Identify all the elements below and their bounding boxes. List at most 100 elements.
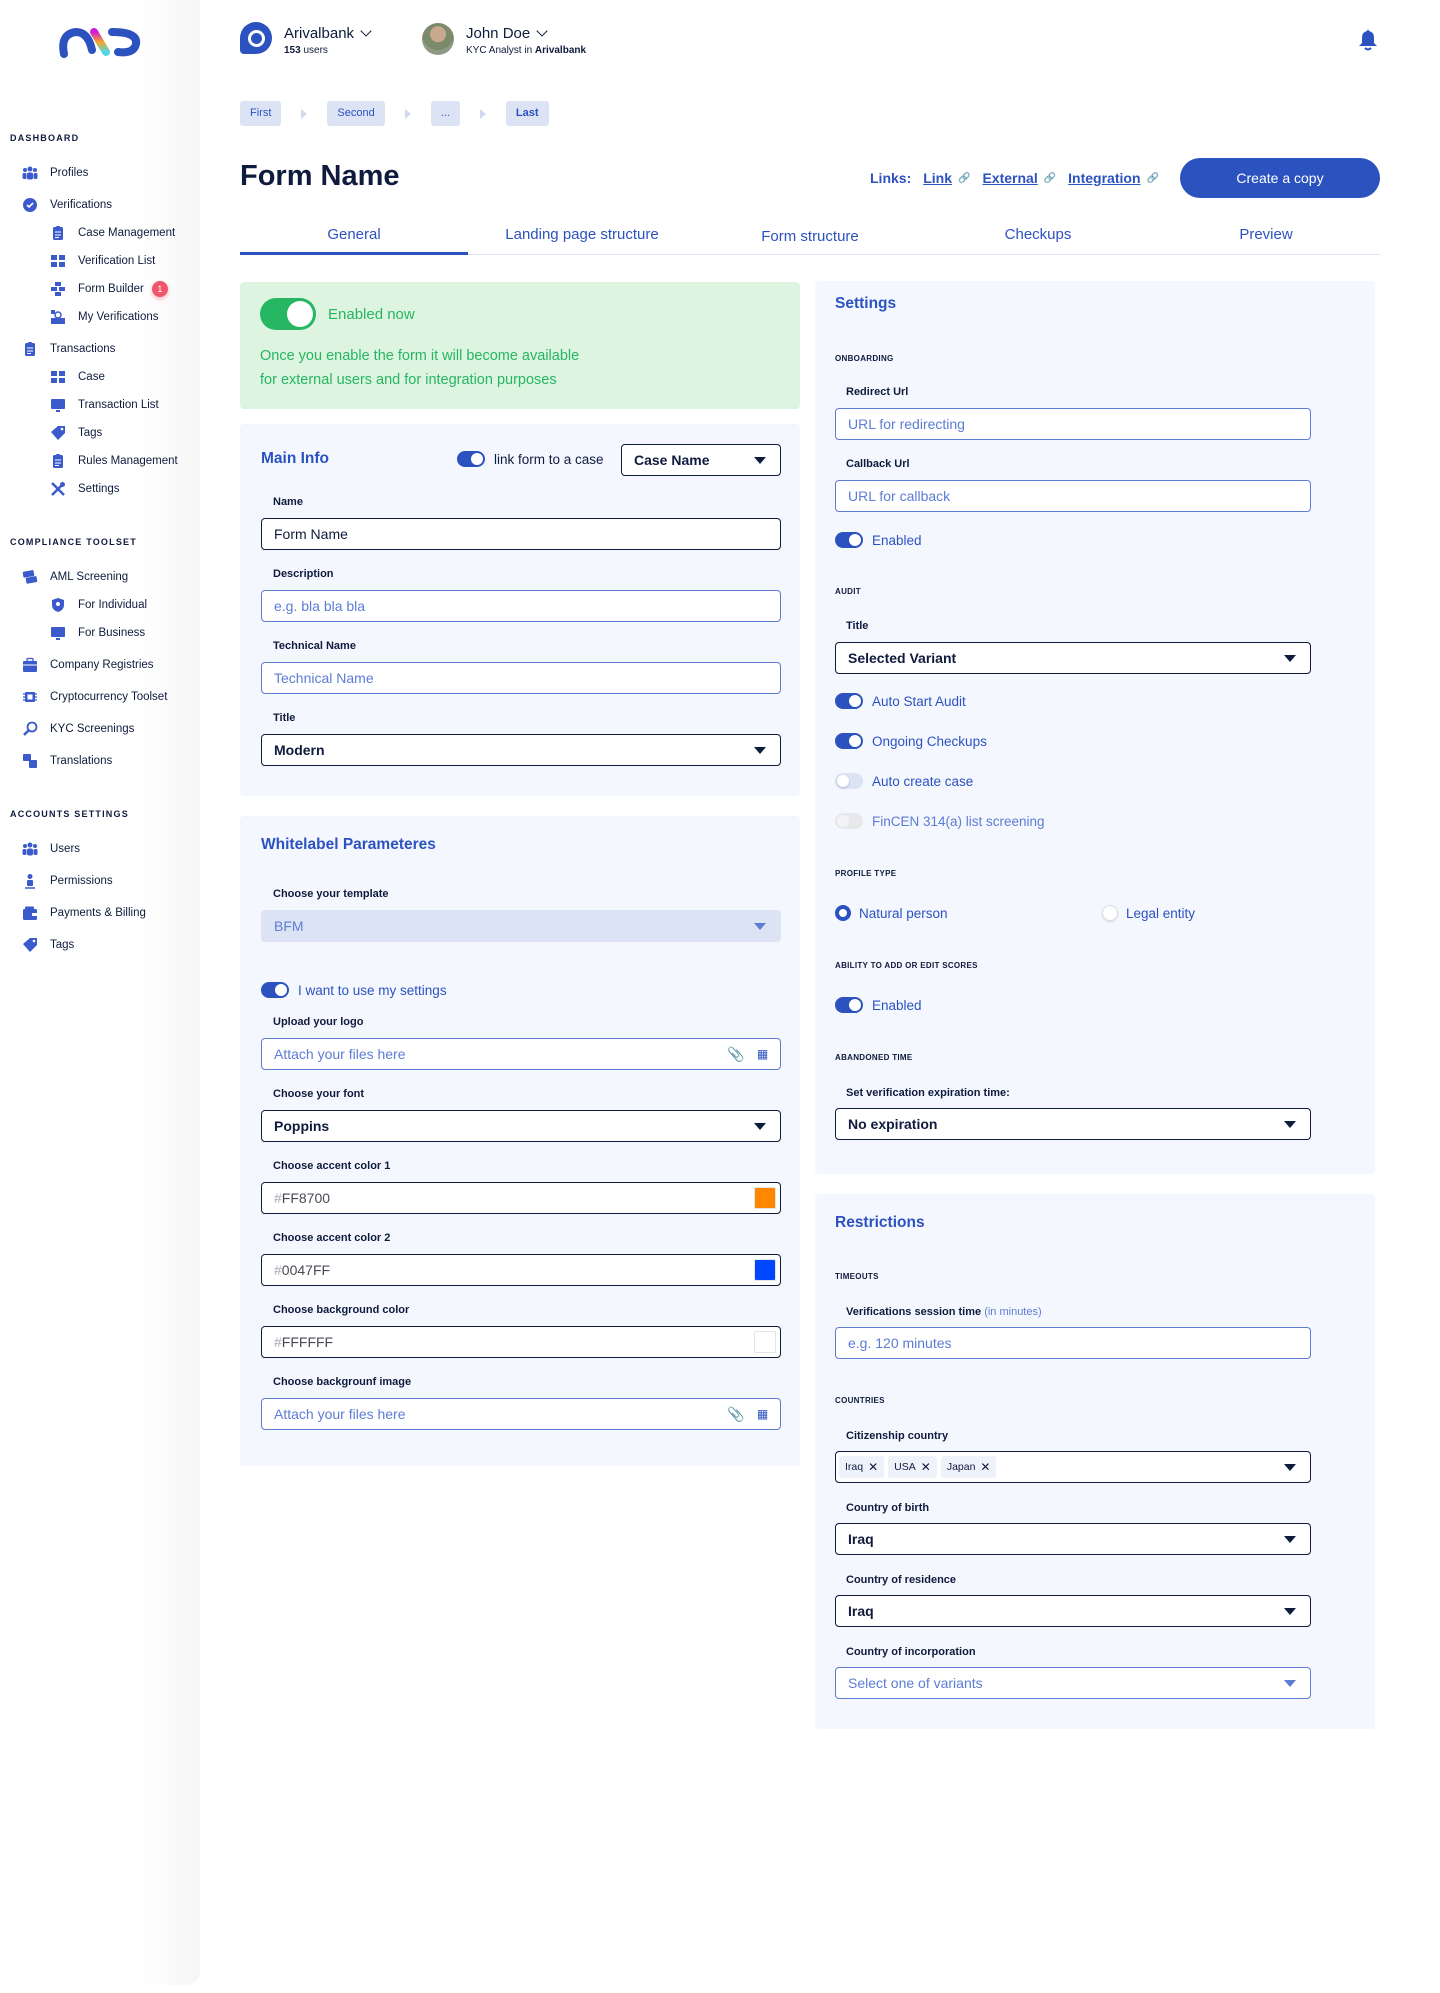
paperclip-icon[interactable]: 📎 bbox=[727, 1047, 744, 1062]
section-title-accounts: ACCOUNTS SETTINGS bbox=[10, 809, 129, 819]
title-select[interactable]: Modern bbox=[261, 734, 781, 766]
remove-chip-icon[interactable]: ✕ bbox=[921, 1460, 931, 1474]
bg-color-swatch[interactable] bbox=[754, 1331, 776, 1353]
redirect-url-input[interactable]: URL for redirecting bbox=[835, 408, 1311, 440]
tab-preview[interactable]: Preview bbox=[1152, 220, 1380, 254]
accent2-value: 0047FF bbox=[281, 1262, 331, 1278]
breadcrumb-item[interactable]: Second bbox=[327, 101, 385, 126]
notification-bell-icon[interactable] bbox=[1358, 28, 1378, 52]
citizenship-multiselect[interactable]: Iraq ✕ USA ✕ Japan ✕ bbox=[835, 1451, 1311, 1483]
breadcrumb-item[interactable]: ... bbox=[430, 101, 460, 126]
sidebar-item-tags[interactable]: Tags bbox=[50, 425, 102, 441]
tab-checkups[interactable]: Checkups bbox=[924, 220, 1152, 254]
sidebar-item-case-management[interactable]: Case Management bbox=[50, 225, 175, 241]
audit-title-select[interactable]: Selected Variant bbox=[835, 642, 1311, 674]
tab-general[interactable]: General bbox=[240, 220, 468, 255]
sidebar-item-kyc-screenings[interactable]: KYC Screenings bbox=[22, 721, 134, 737]
users-icon bbox=[22, 841, 38, 857]
auto-create-case-toggle[interactable] bbox=[835, 773, 863, 789]
organization-switcher[interactable]: Arivalbank bbox=[284, 25, 372, 42]
case-select[interactable]: Case Name bbox=[621, 444, 781, 476]
sidebar-item-rules-management[interactable]: Rules Management bbox=[50, 453, 178, 469]
fincen-toggle[interactable] bbox=[835, 813, 863, 829]
residence-country-select[interactable]: Iraq bbox=[835, 1595, 1311, 1627]
link-external[interactable]: External bbox=[982, 170, 1037, 186]
own-settings-toggle[interactable] bbox=[261, 982, 289, 998]
create-copy-button[interactable]: Create a copy bbox=[1180, 158, 1380, 198]
link-integration[interactable]: Integration bbox=[1068, 170, 1140, 186]
organization-logo-icon[interactable] bbox=[240, 22, 272, 54]
font-label: Choose your font bbox=[273, 1088, 365, 1100]
settings-card: Settings ONBOARDING Redirect Url URL for… bbox=[815, 281, 1375, 1174]
sidebar-item-for-individual[interactable]: For Individual bbox=[50, 597, 147, 613]
accent2-input[interactable]: #0047FF bbox=[261, 1254, 781, 1286]
sidebar-item-transaction-list[interactable]: Transaction List bbox=[50, 397, 159, 413]
shield-icon bbox=[50, 597, 66, 613]
tab-form-structure[interactable]: Form structure bbox=[696, 220, 924, 254]
accent1-swatch[interactable] bbox=[754, 1187, 776, 1209]
sidebar-item-aml-screening[interactable]: AML Screening bbox=[22, 569, 128, 585]
accent1-input[interactable]: # FF8700 bbox=[261, 1182, 781, 1214]
template-select[interactable]: BFM bbox=[261, 910, 781, 942]
sidebar-item-settings[interactable]: Settings bbox=[50, 481, 120, 497]
form-enabled-toggle[interactable] bbox=[260, 298, 316, 330]
scores-enabled-toggle[interactable] bbox=[835, 997, 863, 1013]
app-logo[interactable] bbox=[58, 24, 142, 60]
bg-image-upload-input[interactable]: Attach your files here 📎 ▦ bbox=[261, 1398, 781, 1430]
font-select[interactable]: Poppins bbox=[261, 1110, 781, 1142]
qr-code-icon[interactable]: ▦ bbox=[755, 1407, 770, 1422]
caret-down-icon bbox=[754, 457, 766, 464]
user-role-text: KYC Analyst in bbox=[466, 45, 535, 56]
qr-code-icon[interactable]: ▦ bbox=[755, 1047, 770, 1062]
technical-name-input[interactable]: Technical Name bbox=[261, 662, 781, 694]
sidebar-item-label: Verifications bbox=[50, 199, 113, 211]
sidebar-item-verification-list[interactable]: Verification List bbox=[50, 253, 155, 269]
accent2-swatch[interactable] bbox=[754, 1259, 776, 1281]
description-input[interactable]: e.g. bla bla bla bbox=[261, 590, 781, 622]
expiration-select[interactable]: No expiration bbox=[835, 1108, 1311, 1140]
paperclip-icon[interactable]: 📎 bbox=[727, 1407, 744, 1422]
sidebar-item-payments-billing[interactable]: Payments & Billing bbox=[22, 905, 146, 921]
sidebar-item-transactions[interactable]: Transactions bbox=[22, 341, 115, 357]
logo-upload-input[interactable]: Attach your files here 📎 ▦ bbox=[261, 1038, 781, 1070]
remove-chip-icon[interactable]: ✕ bbox=[868, 1460, 878, 1474]
remove-chip-icon[interactable]: ✕ bbox=[980, 1460, 990, 1474]
sidebar-item-profiles[interactable]: Profiles bbox=[22, 165, 88, 181]
user-avatar[interactable] bbox=[422, 23, 454, 55]
radio-unchecked-icon bbox=[1102, 905, 1118, 921]
radio-legal-entity[interactable]: Legal entity bbox=[1102, 905, 1195, 921]
sidebar-item-verifications[interactable]: Verifications bbox=[22, 197, 112, 213]
sidebar-item-for-business[interactable]: For Business bbox=[50, 625, 145, 641]
breadcrumb-item[interactable]: Last bbox=[505, 101, 549, 126]
radio-natural-person[interactable]: Natural person bbox=[835, 905, 948, 921]
ongoing-checkups-toggle[interactable] bbox=[835, 733, 863, 749]
callback-enabled-toggle[interactable] bbox=[835, 532, 863, 548]
user-menu[interactable]: John Doe bbox=[466, 25, 548, 42]
breadcrumb-item[interactable]: First bbox=[240, 101, 282, 126]
checklist-icon bbox=[50, 253, 66, 269]
sidebar-item-my-verifications[interactable]: My Verifications bbox=[50, 309, 159, 325]
chip-label: USA bbox=[894, 1461, 916, 1473]
sidebar-item-form-builder[interactable]: Form Builder 1 bbox=[50, 281, 168, 297]
sidebar-item-company-registries[interactable]: Company Registries bbox=[22, 657, 154, 673]
user-name: John Doe bbox=[466, 25, 531, 42]
callback-url-input[interactable]: URL for callback bbox=[835, 480, 1311, 512]
name-input[interactable]: Form Name bbox=[261, 518, 781, 550]
sidebar-item-account-tags[interactable]: Tags bbox=[22, 937, 74, 953]
sidebar-item-case[interactable]: Case bbox=[50, 369, 105, 385]
sidebar-item-users[interactable]: Users bbox=[22, 841, 80, 857]
clipboard-icon bbox=[50, 453, 66, 469]
sidebar-item-translations[interactable]: Translations bbox=[22, 753, 112, 769]
sidebar-item-permissions[interactable]: Permissions bbox=[22, 873, 113, 889]
session-time-input[interactable]: e.g. 120 minutes bbox=[835, 1327, 1311, 1359]
tab-landing-page-structure[interactable]: Landing page structure bbox=[468, 220, 696, 254]
user-organization: Arivalbank bbox=[534, 45, 587, 56]
bg-color-input[interactable]: # FFFFFF bbox=[261, 1326, 781, 1358]
link-case-toggle[interactable] bbox=[457, 451, 485, 467]
sidebar-item-label: Form Builder bbox=[78, 283, 144, 295]
birth-country-select[interactable]: Iraq bbox=[835, 1523, 1311, 1555]
sidebar-item-cryptocurrency-toolset[interactable]: Cryptocurrency Toolset bbox=[22, 689, 167, 705]
incorporation-country-select[interactable]: Select one of variants bbox=[835, 1667, 1311, 1699]
link-link[interactable]: Link bbox=[923, 170, 952, 186]
auto-start-audit-toggle[interactable] bbox=[835, 693, 863, 709]
